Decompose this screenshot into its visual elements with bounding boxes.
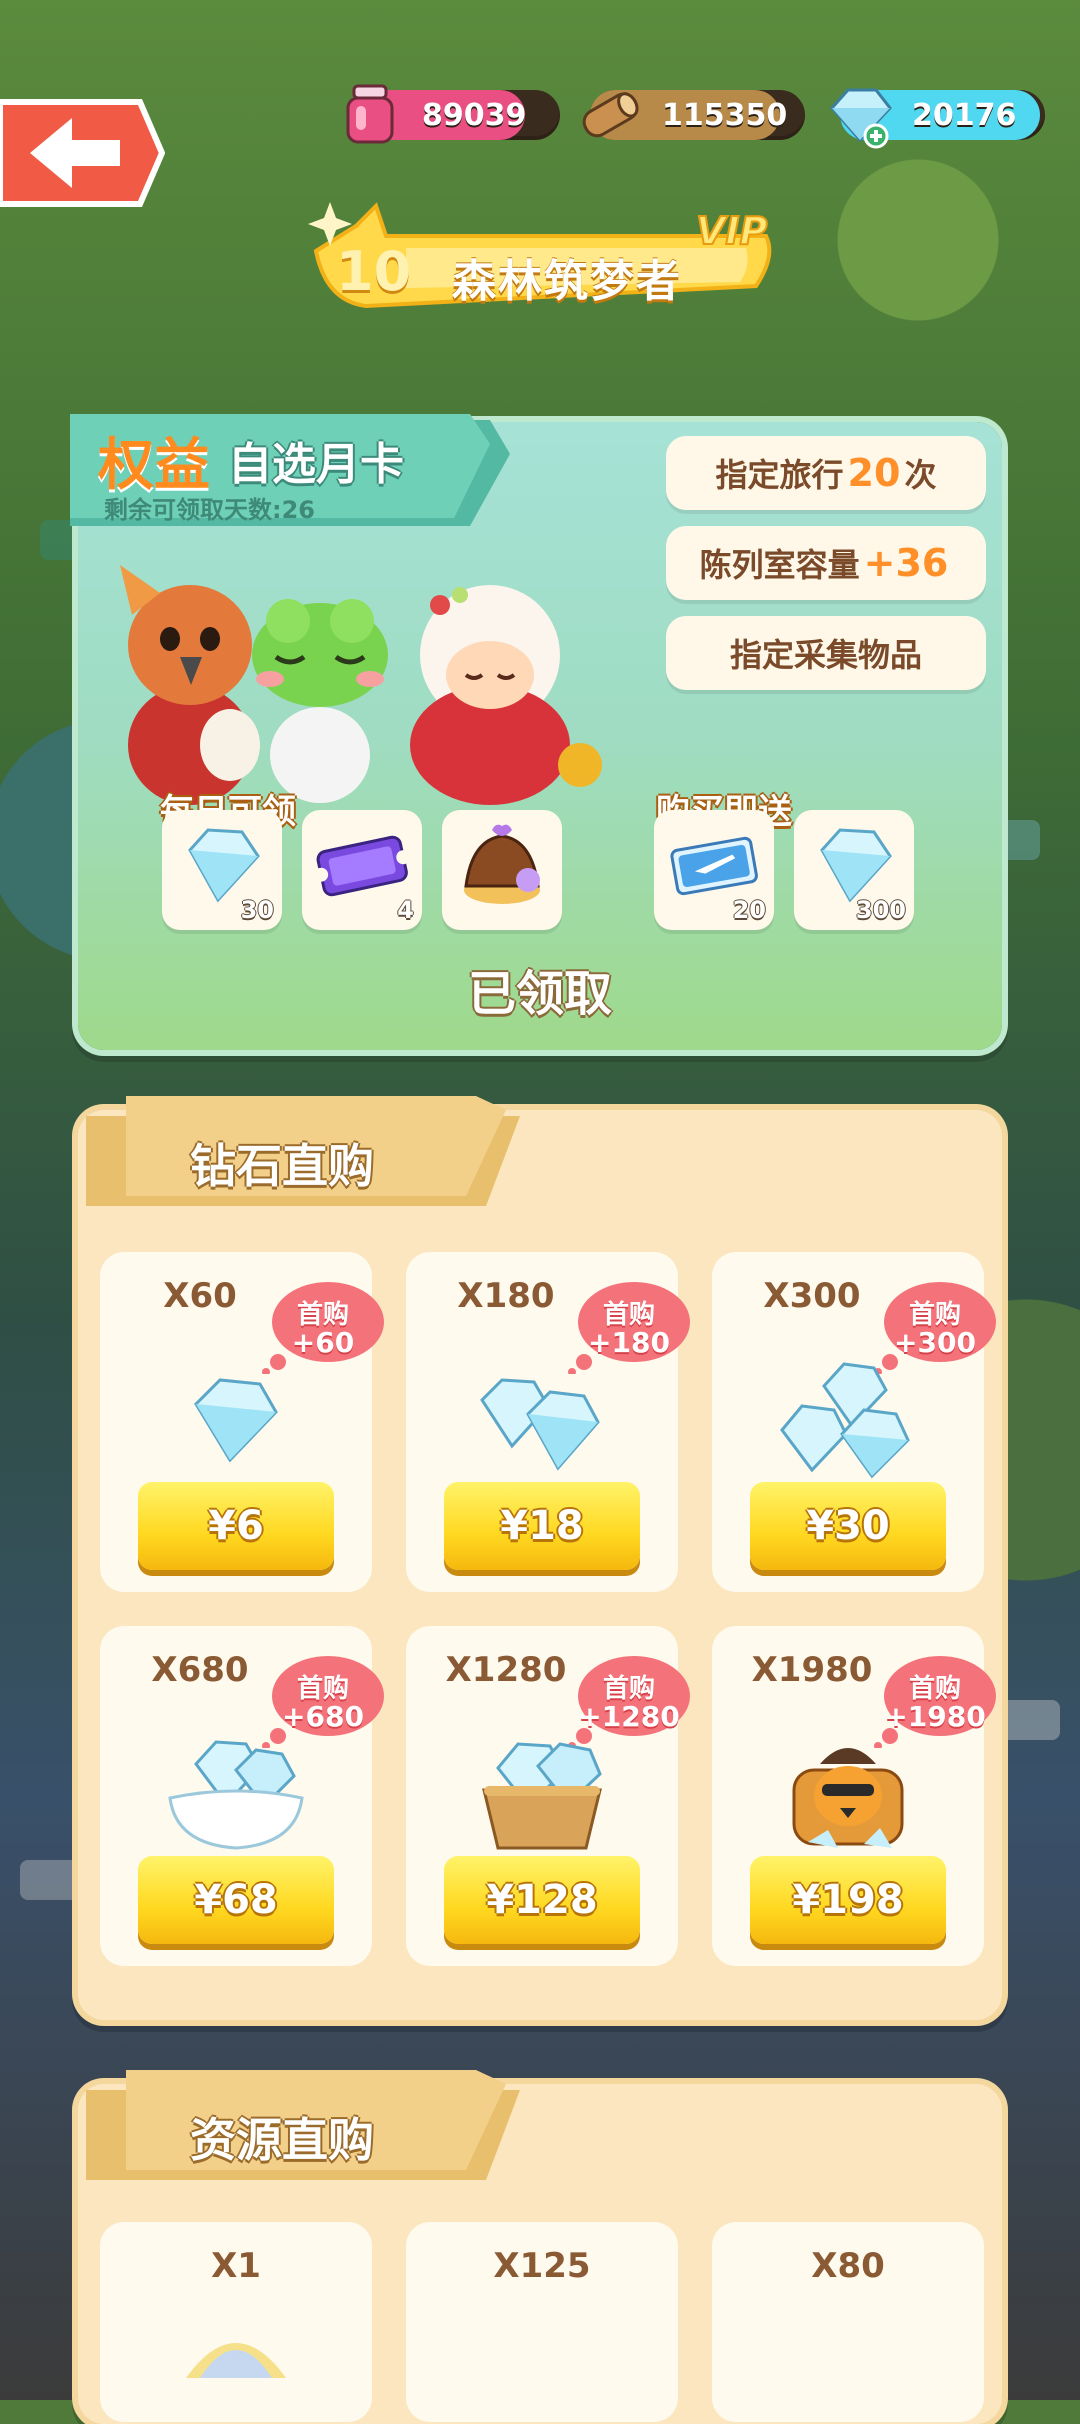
- buy-button[interactable]: ¥18: [444, 1482, 640, 1570]
- frog-character: [252, 599, 388, 803]
- bonus-item-travel-ticket[interactable]: 20: [654, 810, 774, 930]
- resource-wood[interactable]: 115350: [582, 90, 805, 140]
- resource-potion[interactable]: 89039: [346, 84, 560, 144]
- daily-item-diamond[interactable]: 30: [162, 810, 282, 930]
- resource-diamond-value: 20176: [912, 98, 1017, 133]
- diamond-pack-60[interactable]: X60 首购 +60 ¥6: [100, 1252, 384, 1592]
- perk-travel-suffix: 次: [904, 456, 937, 494]
- cake-bag-icon: [464, 824, 540, 904]
- diamond-bowl-icon: [168, 1740, 304, 1850]
- diamond-shop-title: 钻石直购: [190, 1139, 374, 1193]
- resource-pack-125[interactable]: X125: [406, 2222, 678, 2422]
- buy-button[interactable]: ¥30: [750, 1482, 946, 1570]
- daily-item-diamond-count: 30: [240, 896, 274, 924]
- bonus-item-travel-ticket-count: 20: [732, 896, 766, 924]
- buy-button[interactable]: ¥6: [138, 1482, 334, 1570]
- pack-quantity: X125: [493, 2246, 591, 2286]
- resource-diamond[interactable]: 20176: [830, 88, 1045, 149]
- monthly-card-title-prefix: 权益: [98, 433, 210, 498]
- perk-travel: 指定旅行 20 次: [666, 436, 986, 510]
- potion-jar-icon: [346, 84, 394, 144]
- resource-shop-title: 资源直购: [190, 2113, 374, 2167]
- diamond-pack-1280[interactable]: X1280 首购 +1280 ¥128: [406, 1626, 690, 1966]
- perk-showroom-text: 陈列室容量: [699, 546, 860, 584]
- back-button[interactable]: [0, 94, 165, 212]
- diamond-single-icon: [194, 1378, 278, 1463]
- sheep-character: [410, 585, 602, 805]
- perk-travel-count: 20: [847, 451, 901, 495]
- resource-pack-1[interactable]: X1: [100, 2222, 372, 2422]
- diamond-pack-300[interactable]: X300 首购 +300 ¥30: [712, 1252, 996, 1592]
- buy-button[interactable]: ¥68: [138, 1856, 334, 1944]
- perk-showroom: 陈列室容量 +36: [666, 526, 986, 600]
- bonus-item-diamond-count: 300: [855, 896, 906, 924]
- buy-button[interactable]: ¥128: [444, 1856, 640, 1944]
- vip-level: 10: [336, 240, 412, 303]
- perk-showroom-count: +36: [863, 541, 949, 585]
- pack-quantity: X1: [211, 2246, 261, 2286]
- diamond-pack-680[interactable]: X680 首购 +680 ¥68: [100, 1626, 384, 1966]
- vip-badge-text: VIP: [696, 209, 768, 253]
- pack-quantity: X80: [811, 2246, 885, 2286]
- monthly-card-title: 自选月卡: [228, 439, 404, 490]
- daily-item-ticket-count: 4: [397, 896, 414, 924]
- wood-log-icon: [582, 92, 639, 138]
- perk-travel-text: 指定旅行: [715, 456, 844, 494]
- claimed-status: 已领取: [467, 966, 612, 1022]
- diamond-pack-180[interactable]: X180 首购 +180 ¥18: [406, 1252, 690, 1592]
- bird-character: [120, 565, 260, 805]
- map-decor: [1000, 1700, 1060, 1740]
- perk-gather: 指定采集物品: [666, 616, 986, 690]
- remaining-days: 剩余可领取天数:26: [104, 496, 315, 524]
- buy-button[interactable]: ¥198: [750, 1856, 946, 1944]
- diamond-plus-icon[interactable]: [824, 78, 896, 150]
- bonus-item-diamond[interactable]: 300: [794, 810, 914, 930]
- resource-pack-80[interactable]: X80: [712, 2222, 984, 2422]
- daily-item-cake-bag[interactable]: [442, 810, 562, 930]
- characters-illustration: [120, 565, 602, 805]
- diamond-pack-1980[interactable]: X1980 首购 +1980 ¥198: [712, 1626, 996, 1966]
- map-decor: [20, 1860, 80, 1900]
- duck-throne-icon: [792, 1748, 904, 1848]
- daily-item-ticket[interactable]: 4: [302, 810, 422, 930]
- resource-wood-value: 115350: [662, 98, 788, 133]
- resource-potion-value: 89039: [422, 98, 527, 133]
- vip-title: 森林筑梦者: [452, 256, 682, 307]
- diamond-pair-icon: [480, 1378, 600, 1471]
- diamond-pile-icon: [780, 1362, 910, 1479]
- perk-gather-text: 指定采集物品: [729, 636, 922, 674]
- resource-item-icon: [186, 2343, 286, 2378]
- diamond-bucket-icon: [482, 1742, 602, 1850]
